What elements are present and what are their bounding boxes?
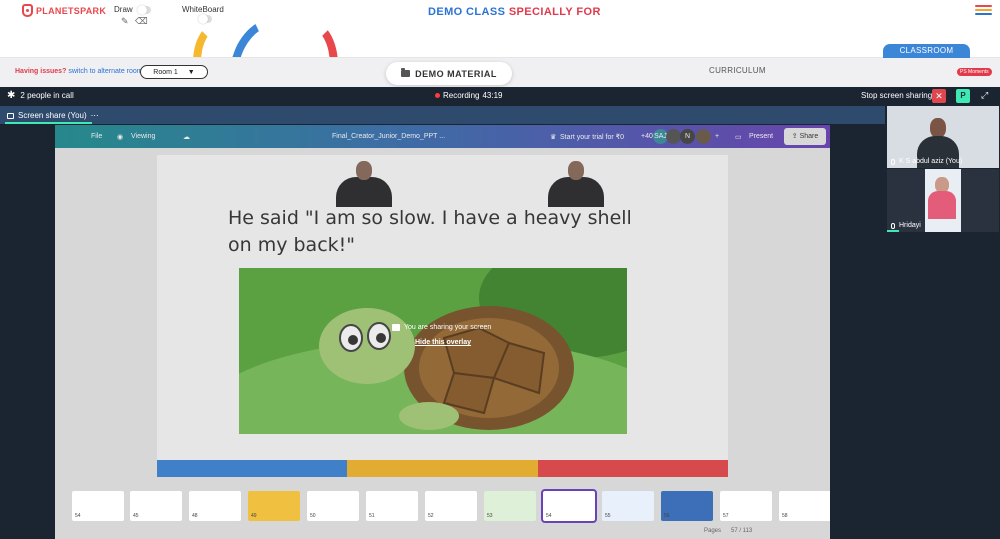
switch-room-link[interactable]: switch to alternate room xyxy=(68,68,142,75)
ps-moments-label: PS Moments xyxy=(960,69,989,75)
demo-class-title-part2: SPECIALLY FOR xyxy=(508,6,601,18)
thumbnail[interactable]: 49 xyxy=(248,491,300,521)
caret-down-icon: ▼ xyxy=(187,68,195,76)
recording-indicator: Recording 43:19 xyxy=(435,91,503,100)
thumbnail[interactable]: 50 xyxy=(307,491,359,521)
thumbnail[interactable]: 45 xyxy=(130,491,182,521)
whiteboard-label: WhiteBoard xyxy=(182,5,224,14)
whiteboard-toggle[interactable] xyxy=(198,14,212,24)
thumbnail[interactable]: 57 xyxy=(720,491,772,521)
record-dot-icon xyxy=(435,93,440,98)
editor-bottom-bar: Pages 57 / 113 xyxy=(55,527,830,539)
gear-icon[interactable]: ✱ xyxy=(7,90,15,100)
pencil-icon[interactable]: ✎ xyxy=(121,16,129,27)
slide-thumbnails: 54 45 48 49 50 51 52 53 54 55 56 57 58 xyxy=(55,487,830,527)
people-in-call[interactable]: ✱ 2 people in call xyxy=(7,90,74,100)
screen-icon xyxy=(7,112,14,119)
room-select-value: Room 1 xyxy=(153,68,178,76)
thumbnail[interactable]: 58 xyxy=(779,491,830,521)
curriculum-tab[interactable]: CURRICULUM xyxy=(709,66,766,75)
room-select[interactable]: Room 1 ▼ xyxy=(140,65,208,79)
draw-toggle[interactable] xyxy=(137,5,151,15)
ps-moments-button[interactable]: PS Moments xyxy=(957,68,992,76)
participant-name-you: K S abdul aziz (You) xyxy=(891,158,962,165)
classroom-tab[interactable]: CLASSROOM xyxy=(883,44,970,58)
sharing-overlay xyxy=(55,125,830,539)
having-issues-text: Having issues? xyxy=(15,68,67,75)
mic-icon[interactable] xyxy=(891,158,895,165)
sharing-message: You are sharing your screen xyxy=(392,324,491,331)
fullscreen-icon[interactable]: ⤢ xyxy=(981,90,988,101)
meeting-top-bar: ✱ 2 people in call Recording 43:19 Stop … xyxy=(0,87,1000,105)
demo-material-button[interactable]: DEMO MATERIAL xyxy=(386,62,512,85)
logo-icon xyxy=(22,4,33,17)
logo-text: PLANETSPARK xyxy=(36,5,107,16)
thumbnail[interactable]: 54 xyxy=(72,491,124,521)
menu-icon[interactable] xyxy=(975,5,992,17)
screen-share-icon xyxy=(392,324,400,331)
mic-icon[interactable] xyxy=(891,222,895,229)
screen-share-tab[interactable]: Screen share (You) ⋯ xyxy=(7,111,99,120)
page-counter: 57 / 113 xyxy=(731,528,753,534)
thumbnail[interactable]: 55 xyxy=(602,491,654,521)
thumbnail[interactable]: 56 xyxy=(661,491,713,521)
thumbnail[interactable]: 53 xyxy=(484,491,536,521)
meeting-area: ✱ 2 people in call Recording 43:19 Stop … xyxy=(0,87,1000,539)
app-root: PLANETSPARK Draw ✎ ⌫ WhiteBoard DEMO CLA… xyxy=(0,0,1000,539)
recording-time: 43:19 xyxy=(482,91,503,100)
planetspark-logo[interactable]: PLANETSPARK xyxy=(22,4,106,17)
screen-share-tab-label: Screen share (You) xyxy=(18,111,87,120)
speaking-indicator xyxy=(887,230,899,232)
shared-screen: File ◉ Viewing ☁ Final_Creator_Junior_De… xyxy=(55,125,830,539)
draw-label: Draw xyxy=(114,5,133,14)
stop-screen-sharing-label: Stop screen sharing xyxy=(861,91,933,100)
people-count-text: 2 people in call xyxy=(20,91,74,100)
eraser-icon[interactable]: ⌫ xyxy=(135,16,148,27)
tab-active-indicator xyxy=(5,122,92,124)
thumbnail[interactable]: 52 xyxy=(425,491,477,521)
having-issues: Having issues? switch to alternate room xyxy=(15,68,143,75)
demo-class-title-part1: DEMO CLASS xyxy=(428,6,506,18)
demo-class-title: DEMO CLASS SPECIALLY FOR xyxy=(428,6,601,18)
user-avatar[interactable]: P xyxy=(956,89,970,103)
folder-icon xyxy=(401,68,411,77)
sharing-message-text: You are sharing your screen xyxy=(404,324,492,331)
class-toolbar: Having issues? switch to alternate room … xyxy=(0,44,1000,87)
demo-material-label: DEMO MATERIAL xyxy=(415,68,497,79)
more-options-icon[interactable]: ⋯ xyxy=(91,111,99,120)
top-bar: PLANETSPARK Draw ✎ ⌫ WhiteBoard DEMO CLA… xyxy=(0,0,1000,30)
hide-overlay-link[interactable]: Hide this overlay xyxy=(415,339,471,346)
pages-button[interactable]: Pages xyxy=(704,528,721,534)
screen-share-tab-bar: Screen share (You) ⋯ xyxy=(0,106,885,124)
thumbnail-active[interactable]: 54 xyxy=(541,489,597,523)
participant-name-hridayi: Hridayi xyxy=(891,222,921,229)
thumbnail[interactable]: 51 xyxy=(366,491,418,521)
thumbnail[interactable]: 48 xyxy=(189,491,241,521)
stop-sharing-button[interactable]: ✕ xyxy=(932,89,946,103)
participant-tile-you[interactable]: K S abdul aziz (You) xyxy=(887,106,999,168)
recording-label: Recording xyxy=(443,91,480,100)
participant-tile-hridayi[interactable]: Hridayi xyxy=(887,169,999,232)
